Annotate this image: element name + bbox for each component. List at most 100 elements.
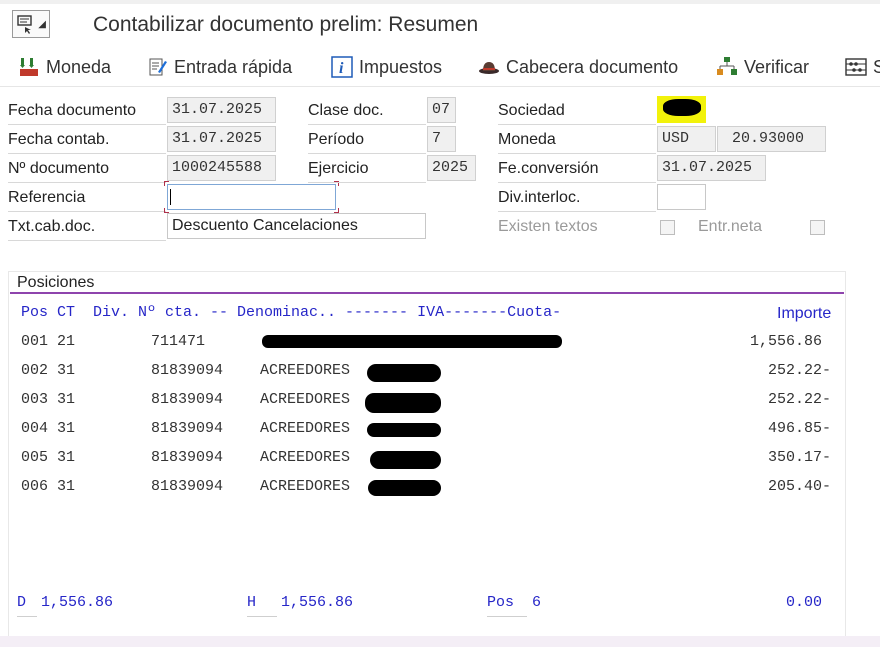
- pos-count-label: Pos: [487, 594, 527, 617]
- referencia-input[interactable]: [167, 184, 336, 210]
- num-documento-field[interactable]: 1000245588: [167, 155, 276, 181]
- row-account: 81839094: [151, 478, 224, 495]
- row-ct: 31: [57, 362, 76, 379]
- debit-label: D: [17, 594, 37, 617]
- positions-divider: [10, 292, 844, 294]
- row-ct: 31: [57, 478, 76, 495]
- row-account: 81839094: [151, 449, 224, 466]
- fecha-documento-field[interactable]: 31.07.2025: [167, 97, 276, 123]
- fe-conversion-label: Fe.conversión: [498, 156, 656, 183]
- moneda-field[interactable]: USD: [657, 126, 716, 152]
- impuestos-button[interactable]: i Impuestos: [331, 54, 442, 80]
- application-toolbar: Moneda Entrada rápida i Impuestos Cabece…: [0, 48, 880, 87]
- table-row[interactable]: 002 31: [21, 362, 75, 379]
- row-amount: 252.22-: [767, 362, 831, 379]
- entr-neta-label: Entr.neta: [698, 218, 763, 235]
- ejercicio-label: Ejercicio: [308, 156, 426, 183]
- credit-total: 1,556.86: [281, 594, 354, 611]
- fecha-documento-label: Fecha documento: [8, 98, 166, 125]
- moneda-label: Moneda: [46, 56, 112, 77]
- system-menu-icon: [17, 15, 32, 34]
- redaction-mark: [663, 99, 701, 116]
- row-pos: 006: [21, 478, 49, 495]
- svg-text:i: i: [339, 60, 344, 77]
- row-amount: 252.22-: [767, 391, 831, 408]
- row-pos: 001: [21, 333, 49, 350]
- more-toolbar-button[interactable]: S: [845, 54, 880, 80]
- hat-icon: [479, 62, 499, 74]
- window-top-strip: [0, 0, 880, 4]
- txt-cab-doc-label: Txt.cab.doc.: [8, 214, 166, 241]
- num-documento-label: Nº documento: [8, 156, 166, 183]
- importe-header: Importe: [777, 305, 832, 322]
- row-name: ACREEDORES: [260, 391, 351, 408]
- sociedad-label: Sociedad: [498, 98, 656, 125]
- table-row[interactable]: 003 31: [21, 391, 75, 408]
- verificar-label: Verificar: [744, 56, 810, 77]
- row-amount: 496.85-: [767, 420, 831, 437]
- row-pos: 005: [21, 449, 49, 466]
- fecha-contab-field[interactable]: 31.07.2025: [167, 126, 276, 152]
- redaction-mark: [262, 335, 562, 348]
- periodo-field[interactable]: 7: [427, 126, 456, 152]
- clase-doc-label: Clase doc.: [308, 98, 426, 125]
- table-row[interactable]: 006 31: [21, 478, 75, 495]
- table-row[interactable]: 005 31: [21, 449, 75, 466]
- row-pos: 003: [21, 391, 49, 408]
- pos-count: 6: [532, 594, 542, 611]
- focus-corner-tl: [164, 181, 169, 186]
- cabecera-documento-button[interactable]: Cabecera documento: [478, 54, 678, 80]
- redaction-mark: [368, 480, 441, 496]
- status-area: [0, 636, 880, 647]
- row-pos: 002: [21, 362, 49, 379]
- ejercicio-field[interactable]: 2025: [427, 155, 476, 181]
- balance-total: 0.00: [785, 594, 822, 611]
- row-ct: 31: [57, 449, 76, 466]
- menu-button[interactable]: ◢: [12, 10, 50, 38]
- currency-toggle-icon: [20, 58, 38, 76]
- chevron-down-icon: ◢: [38, 19, 46, 30]
- row-amount: 350.17-: [767, 449, 831, 466]
- text-cursor: [170, 189, 171, 205]
- row-name: ACREEDORES: [260, 362, 351, 379]
- txt-cab-doc-input[interactable]: Descuento Cancelaciones: [167, 213, 426, 239]
- moneda-field-label: Moneda: [498, 127, 656, 154]
- periodo-label: Período: [308, 127, 426, 154]
- row-account: 81839094: [151, 362, 224, 379]
- more-toolbar-label: S: [873, 56, 880, 77]
- fecha-contab-label: Fecha contab.: [8, 127, 166, 154]
- row-name: ACREEDORES: [260, 420, 351, 437]
- referencia-label: Referencia: [8, 185, 166, 212]
- redaction-mark: [365, 393, 441, 413]
- row-account: 81839094: [151, 420, 224, 437]
- moneda-button[interactable]: Moneda: [18, 54, 111, 80]
- fe-conversion-field[interactable]: 31.07.2025: [657, 155, 766, 181]
- row-pos: 004: [21, 420, 49, 437]
- row-amount: 1,556.86: [749, 333, 822, 350]
- row-name: ACREEDORES: [260, 478, 351, 495]
- info-icon: i: [331, 56, 353, 78]
- div-interloc-input[interactable]: [657, 184, 706, 210]
- clase-doc-field[interactable]: 07: [427, 97, 456, 123]
- exchange-rate-field[interactable]: 20.93000: [717, 126, 826, 152]
- existen-textos-label: Existen textos: [498, 218, 598, 235]
- row-account: 711471: [151, 333, 206, 350]
- verificar-button[interactable]: Verificar: [716, 54, 809, 80]
- positions-column-header: Pos CT Div. Nº cta. -- Denominac.. -----…: [21, 304, 562, 321]
- impuestos-label: Impuestos: [359, 56, 443, 77]
- row-ct: 31: [57, 420, 76, 437]
- row-account: 81839094: [151, 391, 224, 408]
- entr-neta-checkbox[interactable]: [810, 220, 825, 235]
- credit-label: H: [247, 594, 277, 617]
- table-row[interactable]: 001 21: [21, 333, 75, 350]
- row-ct: 21: [57, 333, 76, 350]
- entrada-rapida-button[interactable]: Entrada rápida: [146, 54, 292, 80]
- existen-textos-checkbox[interactable]: [660, 220, 675, 235]
- table-row[interactable]: 004 31: [21, 420, 75, 437]
- edit-document-icon: [149, 58, 167, 76]
- div-interloc-label: Div.interloc.: [498, 185, 656, 212]
- cabecera-documento-label: Cabecera documento: [506, 56, 679, 77]
- row-ct: 31: [57, 391, 76, 408]
- abacus-icon: [845, 58, 867, 76]
- row-name: ACREEDORES: [260, 449, 351, 466]
